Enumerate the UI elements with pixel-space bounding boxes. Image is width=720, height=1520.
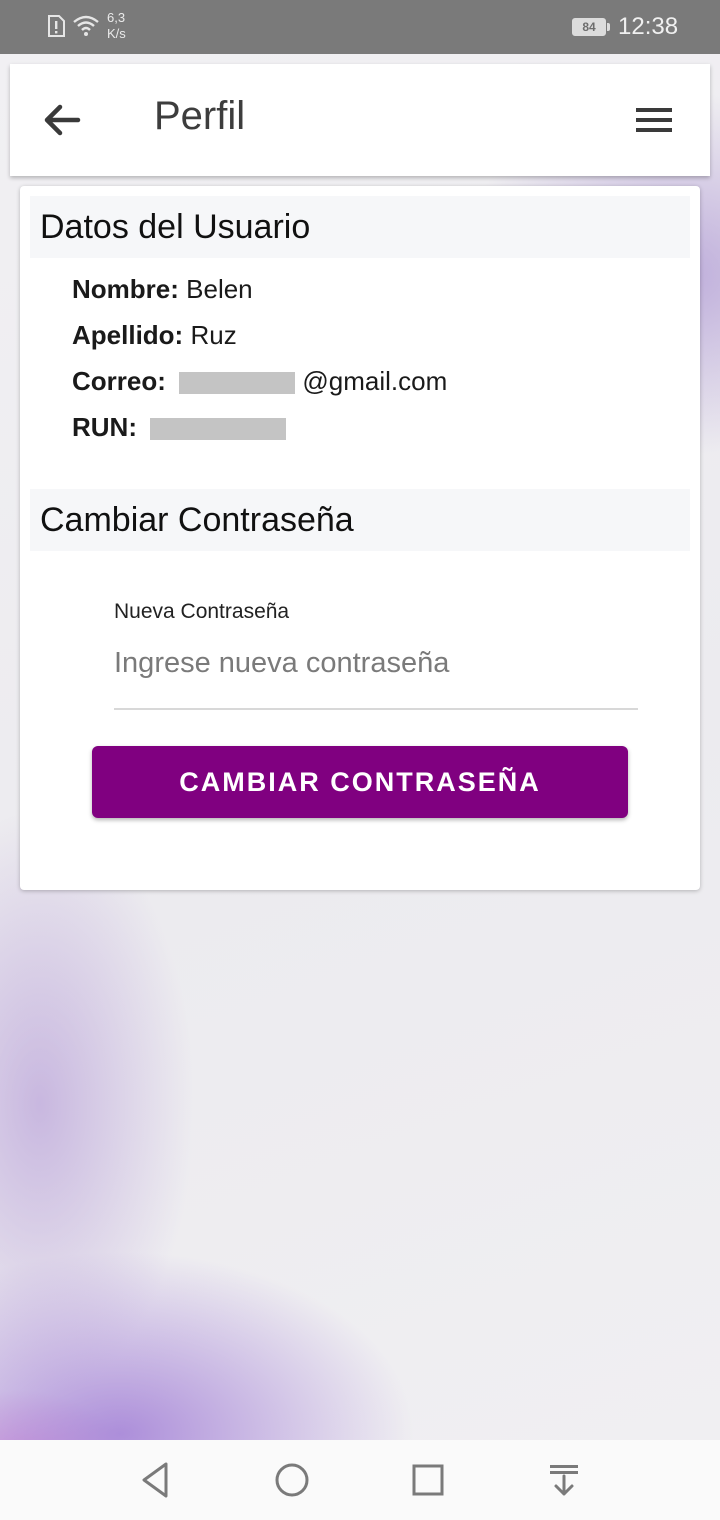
- hamburger-menu-icon[interactable]: [632, 102, 676, 138]
- home-circle-icon[interactable]: [272, 1460, 312, 1500]
- system-nav-bar: [0, 1440, 720, 1520]
- network-speed-value: 6,3: [107, 10, 126, 25]
- run-row: RUN:: [72, 409, 287, 445]
- recents-square-icon[interactable]: [408, 1460, 448, 1500]
- change-password-button[interactable]: CAMBIAR CONTRASEÑA: [92, 746, 628, 818]
- network-speed: 6,3 K/s: [107, 10, 126, 42]
- name-value: Belen: [186, 274, 253, 304]
- surname-label: Apellido:: [72, 320, 184, 350]
- email-value: @gmail.com: [302, 366, 448, 396]
- surname-value: Ruz: [190, 320, 237, 350]
- email-redaction: [179, 372, 296, 395]
- run-redaction: [150, 418, 287, 441]
- email-label: Correo:: [72, 366, 166, 396]
- network-speed-unit: K/s: [107, 26, 126, 41]
- battery-tip: [607, 23, 610, 31]
- battery-indicator: 84: [572, 18, 606, 36]
- wifi-icon: [73, 15, 99, 36]
- profile-card: Datos del Usuario Nombre: Belen Apellido…: [20, 186, 700, 890]
- email-row: Correo: @gmail.com: [72, 363, 447, 399]
- app-bar: Perfil: [10, 64, 710, 176]
- back-triangle-icon[interactable]: [136, 1460, 176, 1500]
- name-label: Nombre:: [72, 274, 179, 304]
- notification-pull-icon[interactable]: [544, 1460, 584, 1500]
- run-label: RUN:: [72, 412, 137, 442]
- new-password-label: Nueva Contraseña: [114, 600, 290, 623]
- new-password-input[interactable]: [114, 640, 638, 710]
- name-row: Nombre: Belen: [72, 271, 253, 307]
- user-data-heading: Datos del Usuario: [30, 196, 690, 258]
- change-password-heading: Cambiar Contraseña: [30, 489, 690, 551]
- back-arrow-icon[interactable]: [40, 98, 84, 142]
- sim-alert-icon: [48, 15, 65, 37]
- surname-row: Apellido: Ruz: [72, 317, 237, 353]
- status-bar: 6,3 K/s 84 12:38: [0, 0, 720, 54]
- page-title: Perfil: [154, 94, 246, 138]
- clock: 12:38: [618, 13, 679, 40]
